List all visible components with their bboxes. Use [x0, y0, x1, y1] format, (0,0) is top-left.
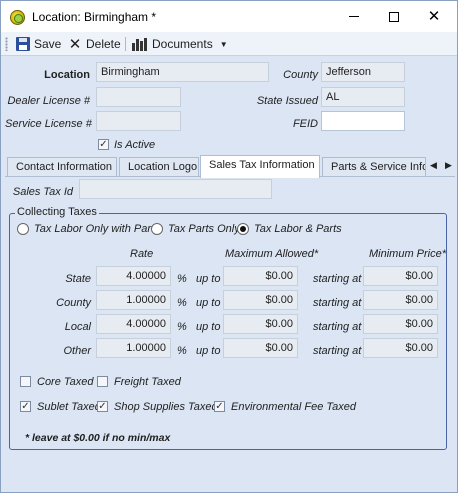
radio-tax-labor-and-parts[interactable] [237, 223, 249, 235]
minimum-price-header: Minimum Price* [369, 248, 447, 260]
title-bar: Location: Birmingham * ✕ [1, 1, 457, 32]
location-label: Location [44, 69, 90, 81]
core-taxed-label: Core Taxed [37, 376, 94, 388]
location-field[interactable]: Birmingham [96, 62, 269, 82]
save-icon [16, 37, 30, 51]
minimize-button[interactable] [335, 1, 373, 32]
freight-taxed-label: Freight Taxed [114, 376, 181, 388]
local-rate-field[interactable]: 4.00000 [96, 314, 171, 334]
maximum-allowed-header: Maximum Allowed* [225, 248, 319, 260]
other-starting-at-label: starting at [313, 345, 362, 357]
state-issued-label: State Issued [256, 95, 318, 107]
dealer-license-label: Dealer License # [7, 95, 90, 107]
local-up-to-label: up to [196, 321, 221, 333]
tab-location-logo[interactable]: Location Logo [119, 157, 199, 177]
tab-scroll-right-icon[interactable]: ▶ [445, 160, 452, 171]
state-minimum-field[interactable]: $0.00 [363, 266, 438, 286]
county-percent-label: % [177, 297, 187, 309]
environmental-fee-taxed-label: Environmental Fee Taxed [231, 401, 356, 413]
state-maximum-field[interactable]: $0.00 [223, 266, 298, 286]
shop-supplies-taxed-label: Shop Supplies Taxed [114, 401, 218, 413]
local-starting-at-label: starting at [313, 321, 362, 333]
toolbar-separator [125, 37, 126, 51]
other-rate-field[interactable]: 1.00000 [96, 338, 171, 358]
sales-tax-id-field[interactable] [79, 179, 272, 199]
tab-contact-information[interactable]: Contact Information [7, 157, 117, 177]
county-rate-field[interactable]: 1.00000 [96, 290, 171, 310]
delete-label: Delete [86, 37, 121, 51]
tab-scroll-left-icon[interactable]: ◀ [430, 160, 437, 171]
radio-tax-labor-only-with-parts-label: Tax Labor Only with Parts [34, 223, 160, 235]
chevron-down-icon: ▼ [219, 39, 228, 49]
freight-taxed-checkbox[interactable] [97, 376, 108, 387]
sublet-taxed-checkbox[interactable]: ✓ [20, 401, 31, 412]
documents-label: Documents [152, 37, 213, 51]
county-minimum-field[interactable]: $0.00 [363, 290, 438, 310]
rate-header: Rate [130, 248, 154, 260]
county-maximum-field[interactable]: $0.00 [223, 290, 298, 310]
local-percent-label: % [177, 321, 187, 333]
maximize-button[interactable] [375, 1, 413, 32]
tab-strip: Contact Information Location Logo Sales … [5, 155, 455, 178]
min-max-note: * leave at $0.00 if no min/max [25, 432, 171, 444]
save-label: Save [34, 37, 62, 51]
radio-tax-labor-and-parts-label: Tax Labor & Parts [254, 223, 342, 235]
sublet-taxed-label: Sublet Taxed [37, 401, 101, 413]
delete-icon: ✕ [68, 35, 82, 53]
radio-tax-parts-only-label: Tax Parts Only [168, 223, 240, 235]
county-up-to-label: up to [196, 297, 221, 309]
state-rate-field[interactable]: 4.00000 [96, 266, 171, 286]
dealer-license-field[interactable] [96, 87, 181, 107]
window-title: Location: Birmingham * [32, 10, 157, 24]
documents-icon [132, 37, 148, 51]
delete-button[interactable]: ✕ Delete [68, 35, 121, 53]
other-percent-label: % [177, 345, 187, 357]
other-rate-label: Other [63, 345, 91, 357]
state-starting-at-label: starting at [313, 273, 362, 285]
tab-parts-service-information[interactable]: Parts & Service Inform [322, 157, 426, 177]
documents-dropdown-button[interactable]: Documents ▼ [132, 35, 228, 53]
local-minimum-field[interactable]: $0.00 [363, 314, 438, 334]
toolbar-grip-icon[interactable] [5, 37, 8, 51]
shop-supplies-taxed-checkbox[interactable]: ✓ [97, 401, 108, 412]
close-button[interactable]: ✕ [415, 1, 453, 32]
feid-field[interactable] [321, 111, 405, 131]
other-minimum-field[interactable]: $0.00 [363, 338, 438, 358]
minimize-icon [349, 16, 359, 17]
county-label: County [283, 69, 318, 81]
state-percent-label: % [177, 273, 187, 285]
core-taxed-checkbox[interactable] [20, 376, 31, 387]
is-active-label: Is Active [114, 139, 156, 151]
other-up-to-label: up to [196, 345, 221, 357]
radio-tax-labor-only-with-parts[interactable] [17, 223, 29, 235]
toolbar: Save ✕ Delete Documents ▼ [1, 32, 457, 56]
environmental-fee-taxed-checkbox[interactable]: ✓ [214, 401, 225, 412]
collecting-taxes-title: Collecting Taxes [15, 206, 99, 218]
service-license-label: Service License # [5, 118, 92, 130]
maximize-icon [389, 11, 399, 22]
local-rate-label: Local [64, 321, 91, 333]
close-icon: ✕ [427, 8, 441, 25]
feid-label: FEID [292, 118, 318, 130]
save-button[interactable]: Save [16, 35, 61, 53]
app-logo-icon [10, 10, 25, 25]
state-up-to-label: up to [196, 273, 221, 285]
local-maximum-field[interactable]: $0.00 [223, 314, 298, 334]
location-window: Location: Birmingham * ✕ Save ✕ Delete D… [0, 0, 458, 493]
county-rate-label: County [56, 297, 91, 309]
sales-tax-id-label: Sales Tax Id [12, 186, 73, 198]
other-maximum-field[interactable]: $0.00 [223, 338, 298, 358]
service-license-field[interactable] [96, 111, 181, 131]
is-active-checkbox[interactable]: ✓ [98, 139, 109, 150]
radio-tax-parts-only[interactable] [151, 223, 163, 235]
tab-sales-tax-information[interactable]: Sales Tax Information [200, 155, 320, 178]
state-issued-field[interactable]: AL [321, 87, 405, 107]
county-starting-at-label: starting at [313, 297, 362, 309]
county-field[interactable]: Jefferson [321, 62, 405, 82]
state-rate-label: State [65, 273, 91, 285]
